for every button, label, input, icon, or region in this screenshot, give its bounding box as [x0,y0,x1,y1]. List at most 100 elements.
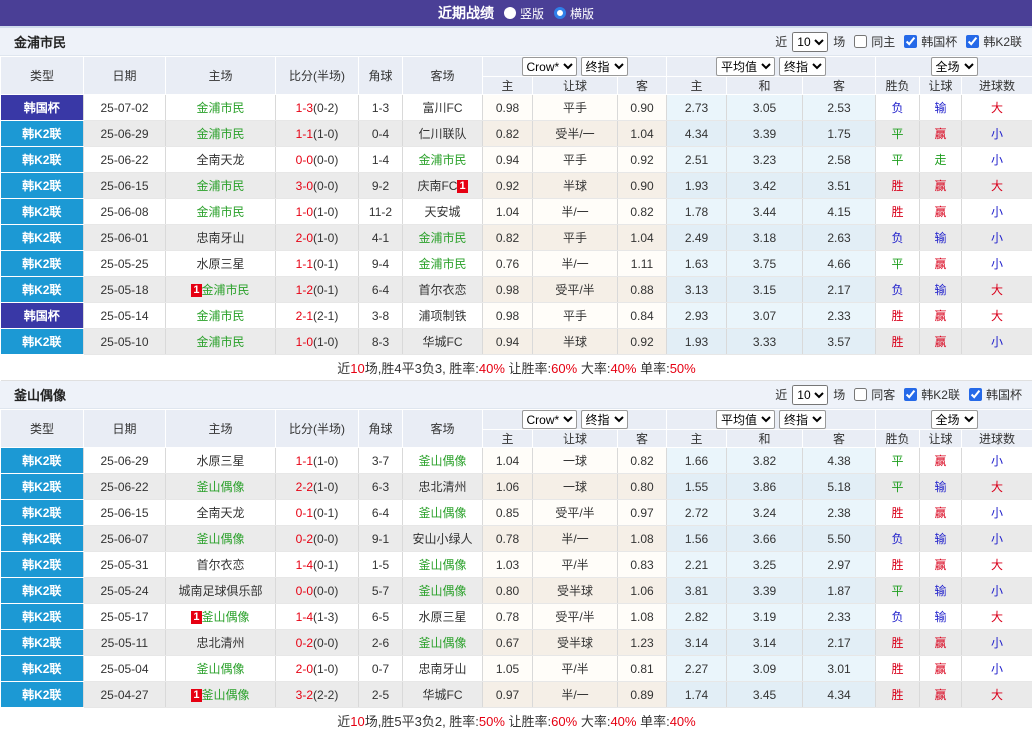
home-team-cell: 金浦市民 [166,329,276,355]
avg-draw-cell: 3.15 [727,277,803,303]
date-cell: 25-05-24 [84,578,166,604]
score-cell: 2-2(1-0) [276,474,359,500]
score-cell: 2-0(1-0) [276,656,359,682]
corner-cell: 9-2 [359,173,403,199]
radio-icon-horizontal[interactable] [554,7,566,19]
home-team-cell: 釜山偶像 [166,474,276,500]
average-select[interactable]: 平均值 [716,57,775,76]
result-goals-cell: 小 [962,578,1032,604]
radio-icon-vertical[interactable] [504,7,516,19]
recent-count-select[interactable]: 10 [792,32,828,52]
odds-stage-select-2[interactable]: 终指 [779,410,826,429]
away-team-cell: 天安城 [403,199,483,225]
away-team-cell: 首尔衣恋 [403,277,483,303]
home-team-cell: 全南天龙 [166,147,276,173]
league2-checkbox[interactable] [966,35,979,48]
table-row: 韩国杯25-05-14金浦市民2-1(2-1)3-8浦项制铁0.98平手0.84… [1,303,1032,329]
score-cell: 1-1(1-0) [276,448,359,474]
result-goals-cell: 小 [962,121,1032,147]
odds-stage-select-1[interactable]: 终指 [581,410,628,429]
team-section: 金浦市民 近 10 场 同主 韩国杯 韩K2联 类 [0,28,1032,381]
result-goals-cell: 小 [962,448,1032,474]
league-type-cell: 韩K2联 [1,578,84,604]
layout-option-vertical[interactable]: 竖版 [504,5,544,22]
result-handicap-cell: 赢 [920,173,962,199]
away-team-cell: 水原三星 [403,604,483,630]
home-team-cell: 水原三星 [166,251,276,277]
home-team-cell: 1釜山偶像 [166,604,276,630]
fulltime-select[interactable]: 全场 [931,57,978,76]
avg-draw-cell: 3.39 [727,578,803,604]
same-venue-checkbox[interactable] [854,388,867,401]
date-cell: 25-07-02 [84,95,166,121]
avg-away-cell: 2.17 [803,630,876,656]
corner-cell: 0-4 [359,121,403,147]
table-row: 韩K2联25-05-24城南足球俱乐部0-0(0-0)5-7釜山偶像0.80受半… [1,578,1032,604]
score-cell: 2-1(2-1) [276,303,359,329]
league-type-cell: 韩K2联 [1,604,84,630]
score-cell: 1-4(0-1) [276,552,359,578]
avg-home-cell: 2.93 [667,303,727,329]
same-venue-checkbox[interactable] [854,35,867,48]
result-wdl-cell: 胜 [876,173,920,199]
date-cell: 25-05-25 [84,251,166,277]
avg-away-cell: 4.15 [803,199,876,225]
odds-handicap-cell: 平/半 [533,552,618,578]
result-handicap-cell: 输 [920,225,962,251]
odds-home-cell: 0.82 [483,225,533,251]
league2-checkbox[interactable] [969,388,982,401]
table-row: 韩国杯25-07-02金浦市民1-3(0-2)1-3富川FC0.98平手0.90… [1,95,1032,121]
layout-option-horizontal[interactable]: 横版 [554,5,594,22]
table-row: 韩K2联25-05-11忠北清州0-2(0-0)2-6釜山偶像0.67受半球1.… [1,630,1032,656]
date-cell: 25-04-27 [84,682,166,708]
result-wdl-cell: 负 [876,225,920,251]
avg-home-cell: 3.14 [667,630,727,656]
result-handicap-cell: 输 [920,277,962,303]
league-type-cell: 韩K2联 [1,173,84,199]
avg-away-cell: 2.38 [803,500,876,526]
sub-wdl: 胜负 [876,77,920,95]
odds-stage-select-2[interactable]: 终指 [779,57,826,76]
avg-home-cell: 1.78 [667,199,727,225]
away-team-cell: 华城FC [403,682,483,708]
recent-count-select[interactable]: 10 [792,385,828,405]
col-date: 日期 [84,410,166,448]
average-select[interactable]: 平均值 [716,410,775,429]
games-label: 场 [833,386,845,403]
date-cell: 25-06-08 [84,199,166,225]
sub-handicap: 让球 [533,430,618,448]
odds-stage-select-1[interactable]: 终指 [581,57,628,76]
odds-handicap-cell: 受平/半 [533,604,618,630]
league1-checkbox[interactable] [904,388,917,401]
result-goals-cell: 小 [962,630,1032,656]
home-team-cell: 首尔衣恋 [166,552,276,578]
odds-handicap-cell: 半/一 [533,199,618,225]
odds-away-cell: 1.06 [618,578,667,604]
avg-home-cell: 1.93 [667,173,727,199]
league-type-cell: 韩K2联 [1,474,84,500]
result-handicap-cell: 赢 [920,630,962,656]
league-type-cell: 韩K2联 [1,251,84,277]
away-team-cell: 庆南FC1 [403,173,483,199]
avg-draw-cell: 3.05 [727,95,803,121]
league-type-cell: 韩K2联 [1,682,84,708]
avg-draw-cell: 3.44 [727,199,803,225]
avg-away-cell: 4.66 [803,251,876,277]
record-summary: 近10场,胜5平3负2, 胜率:50% 让胜率:60% 大率:40% 单率:40… [1,708,1032,732]
odds-away-cell: 0.88 [618,277,667,303]
bookmaker-select[interactable]: Crow* [522,410,577,429]
odds-home-cell: 0.82 [483,121,533,147]
odds-away-cell: 0.80 [618,474,667,500]
fulltime-select[interactable]: 全场 [931,410,978,429]
fulltime-select-group: 全场 [876,410,1032,430]
avg-draw-cell: 3.09 [727,656,803,682]
league1-checkbox[interactable] [904,35,917,48]
home-team-cell: 釜山偶像 [166,526,276,552]
result-goals-cell: 小 [962,251,1032,277]
away-team-cell: 浦项制铁 [403,303,483,329]
odds-home-cell: 1.05 [483,656,533,682]
table-row: 韩K2联25-06-07釜山偶像0-2(0-0)9-1安山小绿人0.78半/一1… [1,526,1032,552]
avg-home-cell: 3.81 [667,578,727,604]
avg-draw-cell: 3.75 [727,251,803,277]
bookmaker-select[interactable]: Crow* [522,57,577,76]
